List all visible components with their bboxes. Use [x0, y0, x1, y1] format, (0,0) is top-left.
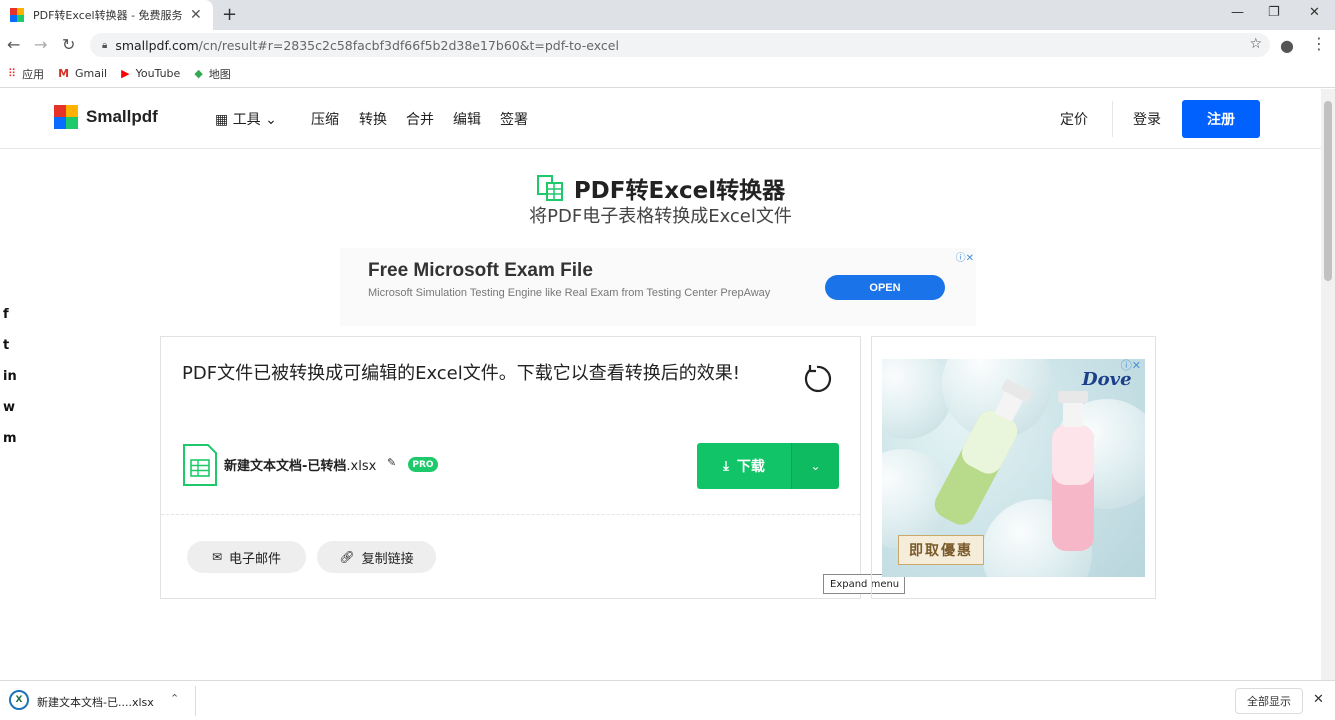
window-close-icon[interactable]: ✕ — [1309, 5, 1320, 20]
bookmark-apps[interactable]: ⠿ 应用 — [8, 66, 44, 82]
bookmark-gmail[interactable]: M Gmail — [58, 67, 107, 80]
chevron-up-icon[interactable]: ⌃ — [170, 692, 179, 705]
ad-description: Microsoft Simulation Testing Engine like… — [368, 287, 771, 299]
facebook-icon[interactable]: f — [0, 307, 20, 338]
ad-title[interactable]: Free Microsoft Exam File — [368, 260, 593, 282]
show-all-button[interactable]: 全部显示 — [1235, 688, 1303, 714]
download-icon: ⤓ — [723, 458, 729, 474]
social-share-bar: f t in w m — [0, 307, 20, 462]
smallpdf-logo-icon — [54, 105, 78, 129]
gmail-icon: M — [58, 67, 70, 80]
downloaded-file-name[interactable]: 新建文本文档-已....xlsx — [37, 694, 154, 710]
excel-download-icon[interactable]: X — [9, 690, 29, 710]
youtube-icon: ▶ — [121, 67, 130, 80]
ad-cta-button[interactable]: 即取優惠 — [898, 535, 984, 565]
card-divider — [161, 514, 860, 515]
nav-edit[interactable]: 编辑 — [453, 109, 481, 129]
file-name: 新建文本文档-已转档.xlsx — [224, 459, 377, 474]
tab-title: PDF转Excel转换器 - 免费服务 — [33, 9, 183, 22]
pdf-to-excel-icon — [536, 175, 563, 201]
browser-toolbar: ← → ↻ 🔒︎ smallpdf.com/cn/result#r=2835c2… — [0, 30, 1335, 60]
bookmark-youtube[interactable]: ▶ YouTube — [121, 67, 180, 80]
nav-convert[interactable]: 转换 — [359, 109, 387, 129]
tab-close-icon[interactable]: ✕ — [190, 7, 202, 23]
profile-icon[interactable]: ● — [1280, 36, 1294, 55]
ad-info-icon[interactable]: ⓘ✕ — [1121, 357, 1141, 373]
page-scrollbar[interactable] — [1321, 89, 1335, 680]
browser-tab[interactable]: PDF转Excel转换器 - 免费服务 ✕ — [0, 0, 213, 30]
email-share-icon[interactable]: m — [0, 431, 20, 462]
download-bar: X 新建文本文档-已....xlsx ⌃ 全部显示 ✕ — [0, 680, 1335, 720]
minimize-icon[interactable]: — — [1231, 5, 1244, 20]
bookmarks-bar: ⠿ 应用 M Gmail ▶ YouTube ◆ 地图 — [0, 60, 1335, 88]
bookmark-maps[interactable]: ◆ 地图 — [194, 66, 230, 82]
nav-sign[interactable]: 签署 — [500, 109, 528, 129]
apps-grid-icon: ⠿ — [8, 67, 17, 80]
download-button[interactable]: ⤓ 下载 — [697, 443, 791, 489]
twitter-icon[interactable]: t — [0, 338, 20, 369]
grid-icon: ▦ — [215, 112, 229, 128]
linkedin-icon[interactable]: in — [0, 369, 20, 400]
maps-icon: ◆ — [194, 67, 203, 80]
page-content: Smallpdf ▦ 工具 ⌄ 压缩 转换 合并 编辑 签署 定价 登录 注册 … — [0, 89, 1321, 680]
smallpdf-logo[interactable]: Smallpdf — [54, 105, 158, 129]
nav-tools[interactable]: ▦ 工具 ⌄ — [215, 109, 277, 129]
reload-icon[interactable]: ↻ — [62, 35, 75, 54]
login-link[interactable]: 登录 — [1133, 109, 1161, 129]
title-row: PDF转Excel转换器 — [0, 171, 1321, 205]
close-download-bar-icon[interactable]: ✕ — [1313, 692, 1324, 707]
lock-icon: 🔒︎ — [102, 39, 108, 51]
ad-open-button[interactable]: OPEN — [825, 275, 945, 300]
url-text: smallpdf.com/cn/result#r=2835c2c58facbf3… — [115, 37, 619, 53]
smallpdf-favicon-icon — [10, 8, 24, 22]
expand-menu-button[interactable]: ⌄ — [791, 443, 839, 489]
tab-bar: PDF转Excel转换器 - 免费服务 ✕ + — ❐ ✕ — [0, 0, 1335, 30]
signup-button[interactable]: 注册 — [1182, 100, 1260, 138]
nav-compress[interactable]: 压缩 — [311, 109, 339, 129]
whatsapp-icon[interactable]: w — [0, 400, 20, 431]
scrollbar-thumb[interactable] — [1324, 101, 1332, 281]
ad-info-icon[interactable]: ⓘ✕ — [956, 249, 974, 264]
download-separator — [195, 686, 196, 716]
chevron-down-icon: ⌄ — [810, 459, 821, 473]
site-header: Smallpdf ▦ 工具 ⌄ 压缩 转换 合并 编辑 签署 定价 登录 注册 — [0, 89, 1321, 149]
nav-separator — [1112, 101, 1113, 137]
maximize-icon[interactable]: ❐ — [1268, 5, 1280, 20]
nav-merge[interactable]: 合并 — [406, 109, 434, 129]
back-icon[interactable]: ← — [7, 35, 20, 54]
result-card: PDF文件已被转换成可编辑的Excel文件。下载它以查看转换后的效果! 新建文本… — [160, 336, 861, 599]
ad-banner[interactable]: Free Microsoft Exam File Microsoft Simul… — [340, 248, 976, 326]
result-message: PDF文件已被转换成可编辑的Excel文件。下载它以查看转换后的效果! — [182, 363, 740, 384]
pro-badge: PRO — [408, 457, 438, 472]
menu-kebab-icon[interactable]: ⋮ — [1311, 34, 1327, 53]
bookmark-star-icon[interactable]: ☆ — [1249, 36, 1262, 52]
nav-pricing[interactable]: 定价 — [1060, 109, 1088, 129]
new-tab-button[interactable]: + — [222, 4, 237, 25]
excel-file-icon — [183, 444, 217, 486]
link-icon: 🔗︎ — [339, 550, 355, 564]
start-over-icon[interactable] — [801, 363, 833, 395]
page-title: PDF转Excel转换器 — [573, 178, 786, 204]
email-button[interactable]: ✉ 电子邮件 — [187, 541, 306, 573]
page-subtitle: 将PDF电子表格转换成Excel文件 — [529, 206, 792, 227]
envelope-icon: ✉ — [211, 550, 223, 564]
chevron-down-icon: ⌄ — [265, 112, 277, 128]
forward-icon[interactable]: → — [34, 35, 47, 54]
dove-ad-image[interactable]: Dove 即取優惠 — [882, 359, 1145, 577]
rename-pencil-icon[interactable]: ✎ — [387, 456, 396, 469]
address-bar[interactable]: 🔒︎ smallpdf.com/cn/result#r=2835c2c58fac… — [90, 33, 1270, 57]
side-ad[interactable]: Dove 即取優惠 ⓘ✕ — [871, 336, 1156, 599]
copy-link-button[interactable]: 🔗︎ 复制链接 — [317, 541, 436, 573]
